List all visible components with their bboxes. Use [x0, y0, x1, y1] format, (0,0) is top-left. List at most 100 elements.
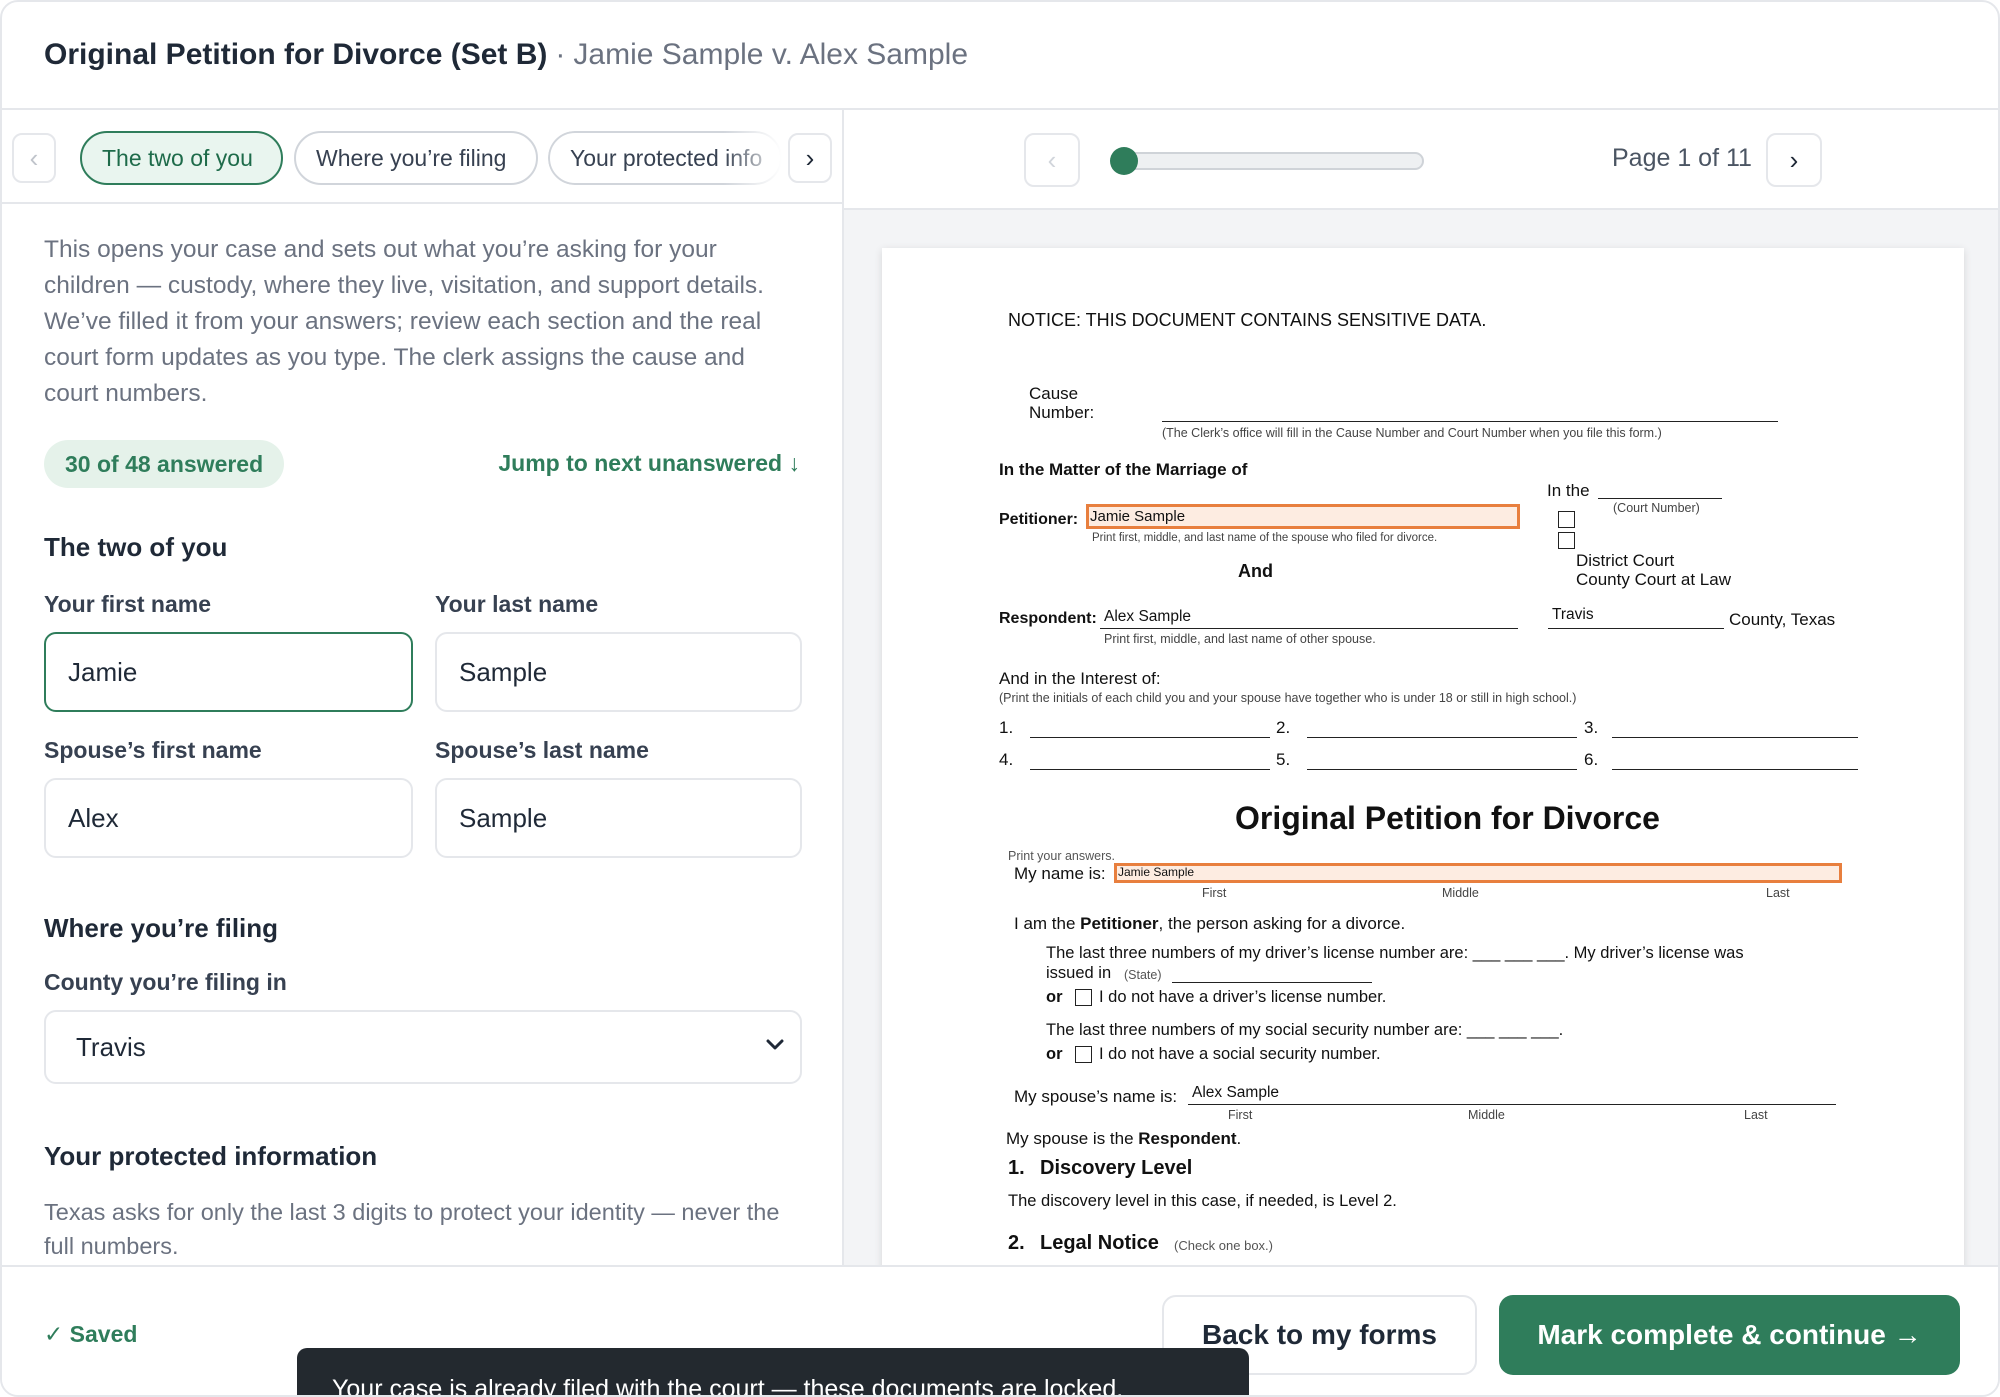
doc-child-3-line [1612, 737, 1858, 738]
doc-interest-hint: (Print the initials of each child you an… [999, 691, 1577, 705]
doc-no-ssn-checkbox [1075, 1046, 1092, 1063]
doc-county-line [1548, 628, 1724, 629]
saved-status: ✓ Saved [44, 1321, 138, 1347]
doc-district-court-checkbox [1558, 511, 1575, 528]
mark-complete-button[interactable]: Mark complete & continue → [1499, 1295, 1960, 1375]
tab-your-protected-info[interactable]: Your protected info [548, 131, 782, 185]
doc-cause-hint: (The Clerk’s office will fill in the Cau… [1162, 426, 1662, 440]
first-name-input[interactable]: Jamie [44, 632, 413, 712]
section-title-where-filing: Where you’re filing [44, 913, 279, 943]
doc-child-4-line [1030, 769, 1270, 770]
doc-state-hint: (State) [1124, 968, 1162, 982]
progress-badge: 30 of 48 answered [44, 440, 285, 488]
prev-page-button[interactable]: ‹ [1024, 133, 1080, 187]
doc-petitioner-word: Petitioner [1080, 914, 1159, 933]
title-separator: · [555, 38, 566, 71]
doc-child-2-number: 2. [1276, 718, 1291, 737]
doc-respondent-label: Respondent: [999, 610, 1097, 627]
county-select[interactable]: Travis [44, 1010, 802, 1084]
doc-spouse-name-label: My spouse’s name is: [1014, 1087, 1178, 1106]
doc-cause-label: Cause [1029, 384, 1079, 403]
doc-child-5-line [1307, 769, 1577, 770]
doc-issued-in: issued in [1046, 964, 1112, 982]
app-window: Original Petition for Divorce (Set B) · … [0, 0, 2000, 1397]
chevron-down-icon [766, 1032, 784, 1058]
doc-no-license: I do not have a driver’s license number. [1099, 988, 1387, 1006]
doc-child-4-number: 4. [999, 750, 1014, 769]
doc-spouse-name-line [1188, 1104, 1836, 1105]
doc-court-number: (Court Number) [1613, 501, 1700, 515]
doc-county-court-checkbox [1558, 532, 1575, 549]
jump-to-unanswered-link[interactable]: Jump to next unanswered ↓ [498, 450, 800, 477]
county-label: County you’re filing in [44, 969, 287, 995]
doc-discovery-number: 1. [1008, 1157, 1025, 1179]
page-slider-handle[interactable] [1110, 147, 1138, 175]
doc-interest: And in the Interest of: [999, 669, 1161, 688]
doc-county-value: Travis [1552, 606, 1594, 623]
doc-respondent-hint: Print first, middle, and last name of ot… [1104, 632, 1376, 646]
doc-matter: In the Matter of the Marriage of [999, 460, 1248, 479]
doc-petitioner-pre: I am the [1014, 914, 1081, 933]
spouse-last-name-input[interactable]: Sample [435, 778, 802, 858]
doc-child-6-line [1612, 769, 1858, 770]
section-tabs: ‹ The two of you Where you’re filing You… [2, 110, 842, 204]
form-pane: ‹ The two of you Where you’re filing You… [2, 110, 844, 1265]
spouse-first-name-input[interactable]: Alex [44, 778, 413, 858]
tabs-prev-button[interactable]: ‹ [12, 133, 56, 183]
doc-my-name-highlight [1114, 863, 1842, 883]
doc-number-label: Number: [1029, 403, 1095, 422]
doc-and: And [1238, 561, 1273, 581]
doc-child-2-line [1307, 737, 1577, 738]
doc-spouse-first-label: First [1228, 1108, 1253, 1122]
next-page-button[interactable]: › [1766, 133, 1822, 187]
doc-petitioner-value: Jamie Sample [1090, 508, 1186, 525]
preview-pane: ‹ Page 1 of 11 › NOTICE: THIS DOCUMENT C… [844, 110, 1998, 1265]
section-title-protected-info: Your protected information [44, 1141, 378, 1171]
doc-court-number-line [1598, 498, 1722, 499]
last-name-input[interactable]: Sample [435, 632, 802, 712]
header: Original Petition for Divorce (Set B) · … [2, 2, 1998, 110]
doc-first-label: First [1202, 886, 1227, 900]
tabs-next-button[interactable]: › [788, 133, 832, 183]
document-page: NOTICE: THIS DOCUMENT CONTAINS SENSITIVE… [882, 248, 1964, 1265]
locked-toast: Your case is already filed with the cour… [297, 1348, 1249, 1395]
doc-notice: NOTICE: THIS DOCUMENT CONTAINS SENSITIVE… [1008, 310, 1487, 330]
page-title: Original Petition for Divorce (Set B) [44, 38, 548, 71]
doc-spouse-respondent: My spouse is the Respondent. [1006, 1129, 1241, 1149]
doc-respondent-line [1100, 628, 1518, 629]
doc-discovery-text: The discovery level in this case, if nee… [1008, 1192, 1397, 1210]
doc-form-title: Original Petition for Divorce [1235, 800, 1660, 836]
doc-child-5-number: 5. [1276, 750, 1291, 769]
doc-spouse-period: . [1236, 1129, 1242, 1148]
chevron-right-icon: › [805, 142, 815, 173]
doc-print-answers: Print your answers. [1008, 849, 1115, 863]
county-select-value: Travis [76, 1031, 146, 1062]
doc-or-2: or [1046, 1045, 1063, 1063]
doc-my-name-label: My name is: [1014, 864, 1106, 883]
spouse-first-name-label: Spouse’s first name [44, 737, 262, 763]
tab-the-two-of-you[interactable]: The two of you [80, 131, 283, 185]
doc-spouse-is: My spouse is the [1006, 1129, 1139, 1148]
doc-cause-line [1162, 421, 1778, 422]
section-title-two-of-you: The two of you [44, 532, 228, 562]
doc-or-1: or [1046, 988, 1063, 1006]
first-name-label: Your first name [44, 591, 211, 617]
doc-state-line [1172, 982, 1372, 983]
page-navigator: ‹ Page 1 of 11 › [844, 110, 1998, 210]
doc-legal-title: Legal Notice [1040, 1232, 1159, 1254]
doc-child-1-number: 1. [999, 718, 1014, 737]
doc-respondent-word: Respondent [1138, 1129, 1237, 1148]
chevron-right-icon: › [1789, 144, 1799, 175]
page-slider-track[interactable] [1114, 152, 1424, 170]
doc-spouse-name-value: Alex Sample [1192, 1084, 1280, 1101]
chevron-left-icon: ‹ [29, 142, 39, 173]
tab-where-youre-filing[interactable]: Where you’re filing [294, 131, 538, 185]
doc-respondent-value: Alex Sample [1104, 608, 1192, 625]
doc-legal-number: 2. [1008, 1232, 1025, 1254]
page-indicator: Page 1 of 11 [1612, 144, 1752, 172]
doc-child-6-number: 6. [1584, 750, 1599, 769]
case-name: Jamie Sample v. Alex Sample [573, 38, 969, 71]
doc-no-license-checkbox [1075, 989, 1092, 1006]
doc-ssn-line: The last three numbers of my social secu… [1046, 1021, 1564, 1039]
doc-middle-label: Middle [1442, 886, 1479, 900]
